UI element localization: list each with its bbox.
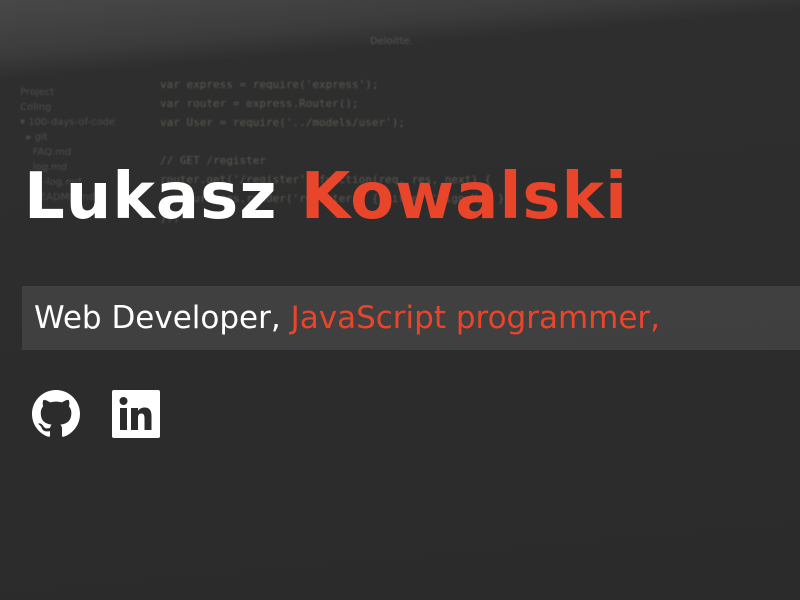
hero-name: Lukasz Kowalski — [24, 160, 628, 234]
github-link[interactable] — [32, 390, 80, 442]
linkedin-link[interactable] — [112, 390, 160, 442]
linkedin-icon — [112, 390, 160, 438]
github-icon — [32, 390, 80, 437]
tagline-plain: Web Developer, — [34, 300, 281, 336]
first-name: Lukasz — [24, 160, 278, 234]
window-title: Deloitte. — [370, 36, 413, 47]
tagline: Web Developer, JavaScript programmer, — [34, 300, 660, 336]
last-name: Kowalski — [300, 160, 628, 234]
tagline-accent: JavaScript programmer, — [290, 300, 661, 336]
